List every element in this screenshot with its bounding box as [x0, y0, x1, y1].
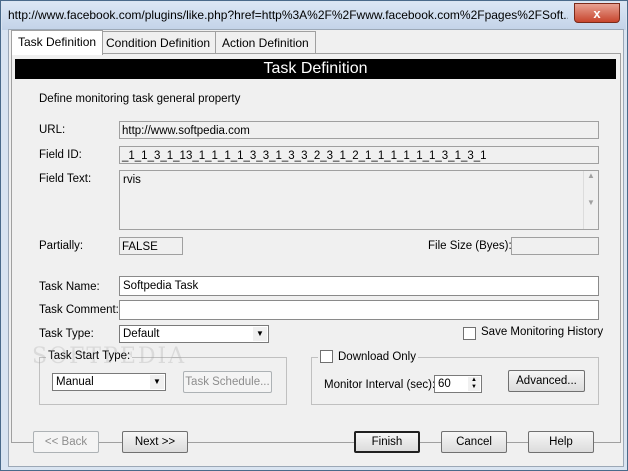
section-header: Task Definition: [15, 59, 616, 79]
partially-label: Partially:: [39, 240, 84, 252]
client-area: Task Definition Condition Definition Act…: [8, 29, 624, 467]
title-bar[interactable]: http://www.facebook.com/plugins/like.php…: [2, 2, 626, 30]
task-schedule-button[interactable]: Task Schedule...: [183, 371, 272, 393]
task-type-value: Default: [123, 328, 160, 340]
field-id-label: Field ID:: [39, 149, 82, 161]
file-size-field: [511, 237, 599, 255]
download-only-legend: Download Only: [318, 350, 418, 363]
field-text-scrollbar[interactable]: ▲ ▼: [583, 171, 598, 229]
window-title: http://www.facebook.com/plugins/like.php…: [8, 8, 568, 22]
finish-button[interactable]: Finish: [354, 431, 420, 453]
url-label: URL:: [39, 124, 66, 136]
save-history-checkbox[interactable]: [463, 327, 476, 340]
task-comment-input[interactable]: [119, 300, 599, 320]
close-icon: x: [593, 5, 601, 21]
field-text-area[interactable]: rvis ▲ ▼: [119, 170, 599, 230]
monitor-interval-value: 60: [438, 378, 451, 390]
task-type-label: Task Type:: [39, 328, 94, 340]
description-text: Define monitoring task general property: [39, 93, 241, 105]
task-name-label: Task Name:: [39, 281, 100, 293]
field-id-field: _1_1_3_1_13_1_1_1_1_3_3_1_3_3_2_3_1_2_1_…: [119, 146, 599, 164]
chevron-down-icon[interactable]: ▼: [150, 375, 164, 389]
task-definition-panel: Task Definition Define monitoring task g…: [11, 53, 621, 443]
download-only-label: Download Only: [338, 350, 416, 363]
task-type-select[interactable]: Default ▼: [119, 325, 269, 343]
start-type-legend: Task Start Type:: [46, 350, 133, 362]
field-text-label: Field Text:: [39, 173, 92, 185]
cancel-button[interactable]: Cancel: [441, 431, 507, 453]
start-type-select[interactable]: Manual ▼: [52, 373, 166, 391]
tab-condition-definition[interactable]: Condition Definition: [99, 31, 218, 54]
start-type-value: Manual: [56, 376, 94, 388]
download-only-checkbox[interactable]: [320, 350, 333, 363]
dialog-window: http://www.facebook.com/plugins/like.php…: [0, 0, 628, 471]
close-button[interactable]: x: [574, 3, 620, 23]
advanced-button[interactable]: Advanced...: [508, 370, 585, 392]
partially-field: FALSE: [119, 237, 183, 255]
spin-arrows-icon[interactable]: ▲ ▼: [468, 377, 480, 391]
url-field: http://www.softpedia.com: [119, 121, 599, 139]
next-button[interactable]: Next >>: [122, 431, 188, 453]
tab-task-definition[interactable]: Task Definition: [11, 30, 104, 55]
tab-action-definition[interactable]: Action Definition: [215, 31, 316, 54]
task-comment-label: Task Comment:: [39, 304, 119, 316]
save-history-label: Save Monitoring History: [481, 326, 604, 338]
chevron-down-icon[interactable]: ▼: [253, 327, 267, 341]
task-name-input[interactable]: Softpedia Task: [119, 276, 599, 296]
back-button[interactable]: << Back: [33, 431, 99, 453]
file-size-label: File Size (Byes):: [428, 240, 512, 252]
field-text-value: rvis: [123, 174, 141, 186]
monitor-interval-spinner[interactable]: 60 ▲ ▼: [434, 375, 482, 393]
monitor-interval-label: Monitor Interval (sec):: [324, 379, 436, 391]
help-button[interactable]: Help: [528, 431, 594, 453]
